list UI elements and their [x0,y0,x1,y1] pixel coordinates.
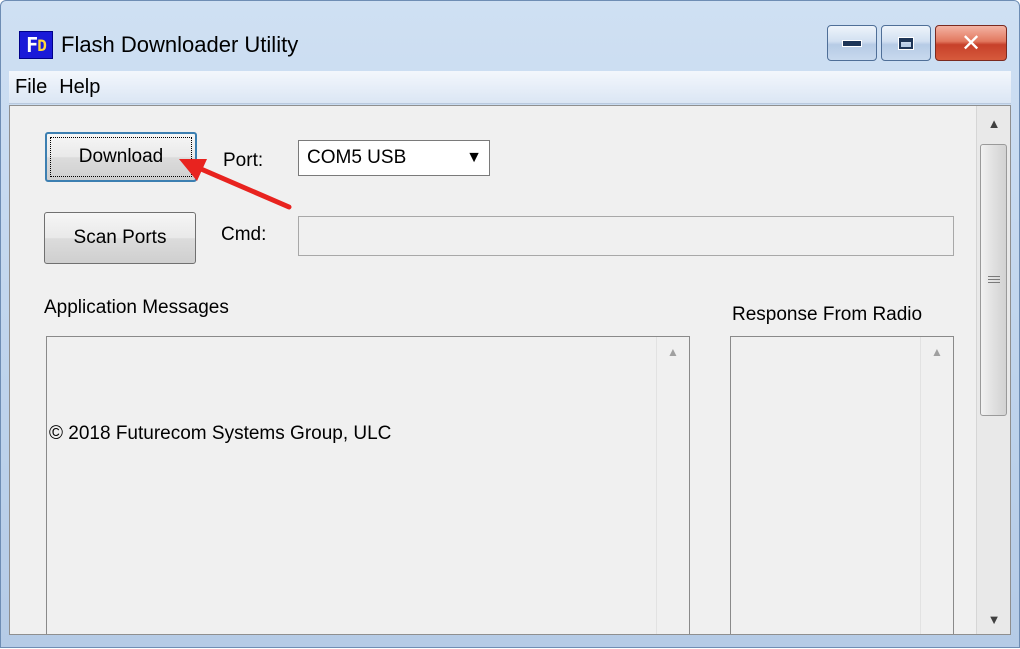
title-bar[interactable]: FD Flash Downloader Utility ✕ [1,1,1019,67]
maximize-button[interactable] [881,25,931,61]
cmd-label: Cmd: [221,224,267,245]
application-messages-label: Application Messages [44,297,229,318]
port-select[interactable]: COM5 USB ▼ [298,140,490,176]
grip-icon [987,275,1000,285]
menu-bar: File Help [9,71,1011,104]
application-messages-textarea[interactable]: © 2018 Futurecom Systems Group, ULC ▲ [46,336,690,634]
scrollbar-thumb[interactable] [980,144,1007,416]
scroll-up-icon[interactable]: ▲ [921,345,953,359]
app-window: FD Flash Downloader Utility ✕ File Help … [0,0,1020,648]
response-from-radio-label: Response From Radio [732,304,923,325]
focus-ring [50,137,192,177]
scroll-down-icon[interactable]: ▼ [977,604,1010,634]
application-messages-text: © 2018 Futurecom Systems Group, ULC [49,423,392,444]
main-scrollbar[interactable]: ▲ ▼ [976,106,1010,634]
port-label: Port: [223,150,264,171]
menu-file[interactable]: File [9,76,53,99]
chevron-down-icon[interactable]: ▼ [459,141,489,175]
scan-ports-button-label: Scan Ports [73,227,167,248]
response-scrollbar[interactable]: ▲ [920,337,953,634]
response-from-radio-textarea[interactable]: ▲ [730,336,954,634]
scroll-up-icon[interactable]: ▲ [977,108,1010,138]
app-logo-icon: FD [19,31,53,59]
client-area: Download Port: COM5 USB ▼ Scan Ports Cmd… [9,105,1011,635]
port-select-value: COM5 USB [307,147,407,168]
window-title: Flash Downloader Utility [61,32,299,57]
maximize-icon [898,36,914,50]
cmd-input[interactable] [298,216,954,256]
close-icon: ✕ [960,29,982,57]
download-button[interactable]: Download [45,132,197,182]
minimize-icon [842,39,862,47]
application-messages-scrollbar[interactable]: ▲ [656,337,689,634]
scroll-up-icon[interactable]: ▲ [657,345,689,359]
minimize-button[interactable] [827,25,877,61]
menu-help[interactable]: Help [53,76,106,99]
close-button[interactable]: ✕ [935,25,1007,61]
scan-ports-button[interactable]: Scan Ports [44,212,196,264]
